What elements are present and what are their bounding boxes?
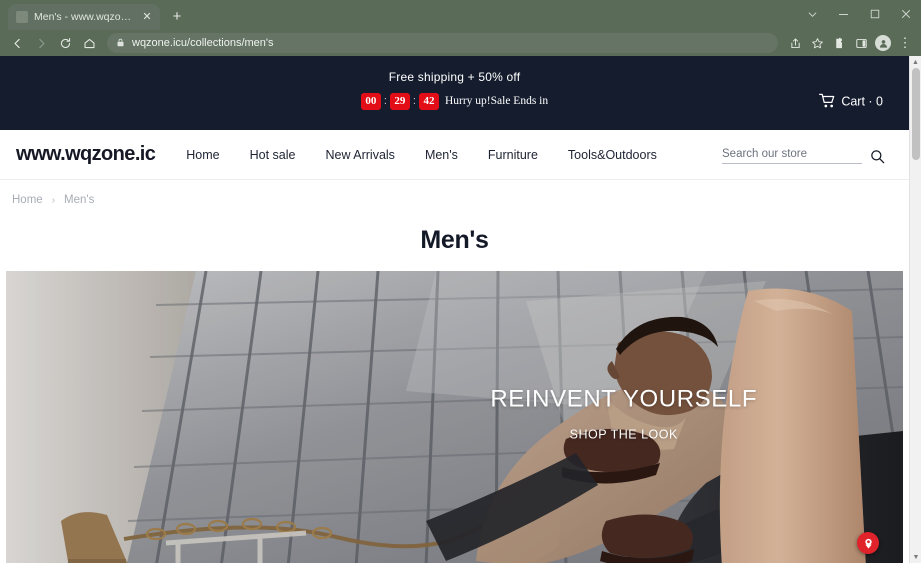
window-controls [797,0,921,28]
shipping-message: Free shipping + 50% off [388,70,521,84]
reload-icon[interactable] [54,32,76,54]
url-text: wqzone.icu/collections/men's [132,37,274,49]
browser-tab[interactable]: Men's - www.wqzone.icu ✕ [8,4,160,30]
hero-image [6,271,903,563]
countdown-separator-1: : [383,95,387,107]
browser-toolbar: wqzone.icu/collections/men's ⋮ [0,30,921,56]
close-window-icon[interactable] [890,0,921,28]
browser-menu-icon[interactable]: ⋮ [895,33,915,53]
page-title: Men's [420,226,489,254]
nav-item-tools-outdoors[interactable]: Tools&Outdoors [553,142,672,168]
nav-item-furniture[interactable]: Furniture [473,142,553,168]
countdown-timer: 00 : 29 : 42 Hurry up!Sale Ends in [360,92,549,110]
cart-icon [819,93,836,109]
scroll-up-icon[interactable]: ▲ [910,56,921,68]
search-area [722,145,893,164]
nav-item-hot-sale[interactable]: Hot sale [235,142,311,168]
new-tab-button[interactable]: + [166,6,188,28]
close-tab-icon[interactable]: ✕ [140,10,154,24]
breadcrumb: Home › Men's [0,180,909,218]
nav-item-mens[interactable]: Men's [410,142,473,168]
scrollbar-thumb[interactable] [912,68,920,160]
countdown-minutes: 29 [389,92,410,110]
tab-strip: Men's - www.wqzone.icu ✕ + [0,0,921,30]
site-favicon [16,11,28,23]
countdown-hours: 00 [360,92,381,110]
maximize-icon[interactable] [859,0,890,28]
back-icon[interactable] [6,32,28,54]
site-logo[interactable]: www.wqzone.ic [16,143,156,166]
extensions-puzzle-icon[interactable] [829,33,849,53]
search-input[interactable] [722,145,862,164]
breadcrumb-separator-icon: › [51,194,56,206]
address-bar[interactable]: wqzone.icu/collections/men's [107,33,778,53]
hero-banner[interactable]: REINVENT YOURSELF SHOP THE LOOK [6,271,903,563]
breadcrumb-current: Men's [64,194,95,206]
page-scrollbar[interactable]: ▲ ▼ [909,56,921,563]
tab-search-icon[interactable] [797,0,828,28]
page-viewport: Free shipping + 50% off 00 : 29 : 42 Hur… [0,56,921,563]
chat-support-badge-icon[interactable] [857,532,879,554]
countdown-message: Hurry up!Sale Ends in [444,95,549,107]
cart-button[interactable]: Cart · 0 [819,93,883,109]
scroll-down-icon[interactable]: ▼ [910,551,921,563]
nav-item-home[interactable]: Home [171,142,234,168]
countdown-seconds: 42 [418,92,439,110]
minimize-icon[interactable] [828,0,859,28]
bookmark-star-icon[interactable] [807,33,827,53]
hero-subheadline[interactable]: SHOP THE LOOK [490,427,757,441]
toolbar-actions: ⋮ [785,33,915,53]
main-navigation: Home Hot sale New Arrivals Men's Furnitu… [171,142,672,168]
browser-window: Men's - www.wqzone.icu ✕ + [0,0,921,563]
tab-title: Men's - www.wqzone.icu [34,11,134,23]
breadcrumb-home[interactable]: Home [12,194,43,206]
forward-icon[interactable] [30,32,52,54]
lock-icon [116,34,125,52]
cart-label: Cart · 0 [841,94,883,108]
share-icon[interactable] [785,33,805,53]
profile-icon[interactable] [873,33,893,53]
countdown-separator-2: : [412,95,416,107]
page-content: Free shipping + 50% off 00 : 29 : 42 Hur… [0,56,909,563]
nav-item-new-arrivals[interactable]: New Arrivals [310,142,409,168]
home-icon[interactable] [78,32,100,54]
countdown-row: 00 : 29 : 42 Hurry up!Sale Ends in Cart … [0,84,909,118]
hero-text-block: REINVENT YOURSELF SHOP THE LOOK [490,385,757,441]
search-icon[interactable] [870,149,885,164]
announcement-bar: Free shipping + 50% off 00 : 29 : 42 Hur… [0,56,909,130]
site-header: www.wqzone.ic Home Hot sale New Arrivals… [0,130,909,180]
side-panel-icon[interactable] [851,33,871,53]
hero-headline: REINVENT YOURSELF [490,385,758,413]
